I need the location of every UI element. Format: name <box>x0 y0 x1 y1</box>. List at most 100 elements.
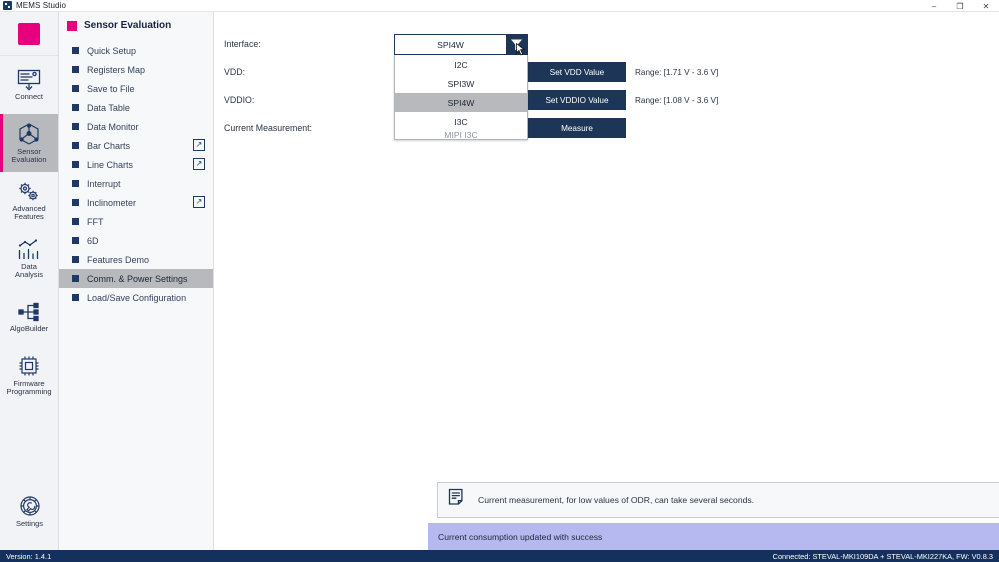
comm-power-settings-form: Interface: VDD: Set VDD Value Range: [1.… <box>214 12 999 142</box>
bullet-icon <box>72 142 79 149</box>
bullet-icon <box>72 294 79 301</box>
option-mipi-i3c[interactable]: MIPI I3C <box>395 131 527 139</box>
bullet-icon <box>72 123 79 130</box>
option-spi3w[interactable]: SPI3W <box>395 74 527 93</box>
sidebar-item-bar-charts[interactable]: Bar Charts ↗ <box>59 136 213 155</box>
popout-arrow-icon[interactable]: ↗ <box>193 196 205 208</box>
sidebar-item-data-table[interactable]: Data Table <box>59 98 213 117</box>
sidebar-item-interrupt[interactable]: Interrupt <box>59 174 213 193</box>
brand-square-icon <box>18 22 40 45</box>
sidebar-item-line-charts[interactable]: Line Charts ↗ <box>59 155 213 174</box>
interface-dropdown-options[interactable]: I2C SPI3W SPI4W I3C MIPI I3C <box>394 55 528 140</box>
bullet-icon <box>72 180 79 187</box>
advanced-features-icon <box>16 181 42 203</box>
rail-item-label: Firmware Programming <box>6 378 52 396</box>
rail-item-firmware-programming[interactable]: Firmware Programming <box>0 346 58 404</box>
bullet-icon <box>72 104 79 111</box>
sidebar-item-quick-setup[interactable]: Quick Setup <box>59 41 213 60</box>
sidebar-item-label: Bar Charts <box>87 140 131 151</box>
firmware-programming-icon <box>16 354 42 378</box>
window-controls: – ❐ ✕ <box>921 0 999 12</box>
set-vddio-value-button[interactable]: Set VDDIO Value <box>528 90 626 110</box>
sidebar-header-label: Sensor Evaluation <box>84 20 172 31</box>
sidebar-item-inclinometer[interactable]: Inclinometer ↗ <box>59 193 213 212</box>
bullet-icon <box>72 161 79 168</box>
sidebar-item-label: Registers Map <box>87 64 146 75</box>
popout-arrow-icon[interactable]: ↗ <box>193 158 205 170</box>
sidebar-item-features-demo[interactable]: Features Demo <box>59 250 213 269</box>
sidebar-item-registers-map[interactable]: Registers Map <box>59 60 213 79</box>
version-label: Version: 1.4.1 <box>6 551 52 561</box>
filter-funnel-icon[interactable] <box>506 35 527 56</box>
sidebar-item-label: Data Monitor <box>87 121 139 132</box>
rail-item-algobuilder[interactable]: AlgoBuilder <box>0 288 58 346</box>
bullet-icon <box>72 218 79 225</box>
sidebar-item-label: Save to File <box>87 83 135 94</box>
rail-item-label: Sensor Evaluation <box>11 146 47 164</box>
sidebar-item-data-monitor[interactable]: Data Monitor <box>59 117 213 136</box>
current-measurement-label: Current Measurement: <box>224 123 313 133</box>
row-interface: Interface: <box>224 30 999 58</box>
bullet-icon <box>72 275 79 282</box>
close-button[interactable]: ✕ <box>973 0 999 12</box>
measurement-note: Current measurement, for low values of O… <box>437 482 999 518</box>
vddio-range-label: Range: [1.08 V - 3.6 V] <box>635 95 719 105</box>
rail-item-settings[interactable]: Settings <box>0 482 59 540</box>
bullet-icon <box>72 237 79 244</box>
set-vdd-value-button[interactable]: Set VDD Value <box>528 62 626 82</box>
status-message-banner: Current consumption updated with success <box>428 523 999 550</box>
rail-item-data-analysis[interactable]: Data Analysis <box>0 230 58 288</box>
sidebar-header: Sensor Evaluation <box>59 12 213 41</box>
rail-item-label: Advanced Features <box>12 203 46 221</box>
sidebar-item-comm-power-settings[interactable]: Comm. & Power Settings <box>59 269 219 288</box>
rail-item-label: Data Analysis <box>15 261 43 279</box>
sidebar-item-label: Features Demo <box>87 254 150 265</box>
option-spi4w[interactable]: SPI4W <box>395 93 527 112</box>
rail-item-advanced-features[interactable]: Advanced Features <box>0 172 58 230</box>
option-i2c[interactable]: I2C <box>395 55 527 74</box>
sidebar-item-save-to-file[interactable]: Save to File <box>59 79 213 98</box>
note-document-icon <box>448 488 466 512</box>
vdd-range-label: Range: [1.71 V - 3.6 V] <box>635 67 719 77</box>
sidebar-item-label: Comm. & Power Settings <box>87 273 188 284</box>
mems-studio-logo-icon <box>3 1 12 10</box>
sidebar-item-load-save-configuration[interactable]: Load/Save Configuration <box>59 288 213 307</box>
sidebar-item-fft[interactable]: FFT <box>59 212 213 231</box>
sidebar-item-label: Load/Save Configuration <box>87 292 187 303</box>
vdd-label: VDD: <box>224 67 246 77</box>
app-window: MEMS Studio – ❐ ✕ Connect Sensor Evaluat… <box>0 0 999 562</box>
connect-board-icon <box>16 69 42 91</box>
row-vddio: VDDIO: Set VDDIO Value Range: [1.08 V - … <box>224 86 999 114</box>
minimize-button[interactable]: – <box>921 0 947 12</box>
interface-dropdown: SPI4W I2C SPI3W SPI4W I3C MIPI I3C <box>394 34 528 140</box>
sensor-evaluation-icon <box>16 122 42 146</box>
status-bar: Version: 1.4.1 Connected: STEVAL-MKI109D… <box>0 550 999 562</box>
option-i3c[interactable]: I3C <box>395 112 527 131</box>
brand-logo <box>0 12 58 56</box>
sidebar-item-label: Line Charts <box>87 159 134 170</box>
row-current-measurement: Current Measurement: Measure <box>224 114 999 142</box>
rail-item-label: Connect <box>15 91 43 101</box>
sidebar-item-label: Inclinometer <box>87 197 137 208</box>
algobuilder-icon <box>16 301 42 323</box>
settings-gear-wrench-icon <box>18 494 42 518</box>
interface-dropdown-closed-part[interactable]: SPI4W <box>394 34 528 56</box>
interface-selected-value: SPI4W <box>437 39 464 50</box>
maximize-button[interactable]: ❐ <box>947 0 973 12</box>
rail-item-connect[interactable]: Connect <box>0 56 58 114</box>
rail-item-label: Settings <box>15 518 44 528</box>
rail-item-settings-wrap: Settings <box>0 482 59 540</box>
measure-button[interactable]: Measure <box>528 118 626 138</box>
row-vdd: VDD: Set VDD Value Range: [1.71 V - 3.6 … <box>224 58 999 86</box>
popout-arrow-icon[interactable]: ↗ <box>193 139 205 151</box>
sidebar-item-6d[interactable]: 6D <box>59 231 213 250</box>
measurement-note-text: Current measurement, for low values of O… <box>478 495 755 505</box>
sidebar-item-label: Quick Setup <box>87 45 137 56</box>
vddio-label: VDDIO: <box>224 95 255 105</box>
bullet-icon <box>72 47 79 54</box>
bullet-icon <box>72 85 79 92</box>
rail-item-sensor-evaluation[interactable]: Sensor Evaluation <box>0 114 58 172</box>
rail-item-label: AlgoBuilder <box>9 323 49 333</box>
sidebar-tree: Sensor Evaluation Quick Setup Registers … <box>59 12 219 550</box>
app-title: MEMS Studio <box>16 1 67 10</box>
